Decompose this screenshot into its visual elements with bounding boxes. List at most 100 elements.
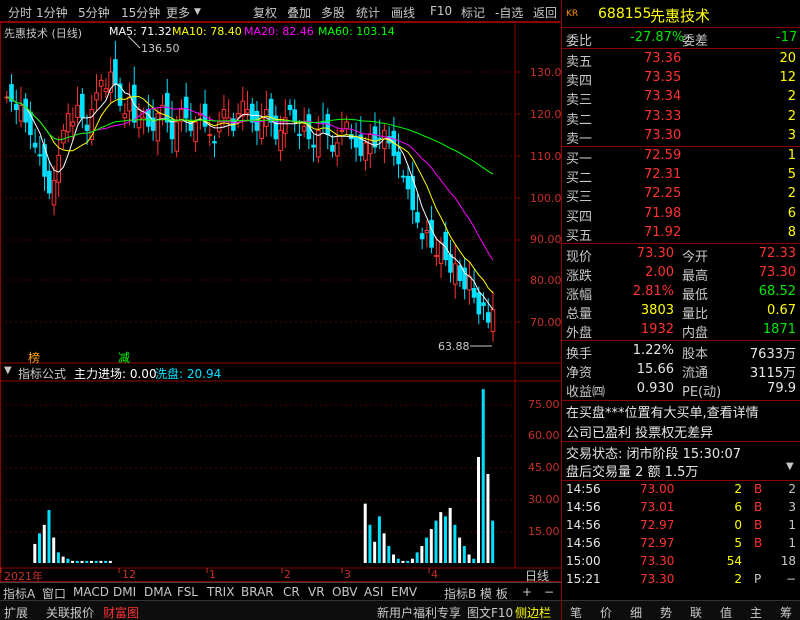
tab-trix[interactable]: TRIX: [207, 585, 234, 599]
indicator-bar: [56, 552, 60, 563]
fund-value: 3115万: [749, 366, 796, 381]
status-expand[interactable]: 扩展: [4, 604, 28, 620]
ask-row[interactable]: 卖三 73.34 2: [562, 88, 800, 108]
bid-price: 71.98: [644, 205, 682, 221]
tick-time: 14:56: [566, 500, 601, 514]
ask-row[interactable]: 卖四 73.35 12: [562, 69, 800, 89]
candle-body: [65, 113, 71, 133]
bid-row[interactable]: 买三 72.25 2: [562, 185, 800, 205]
ask-row[interactable]: 卖五 73.36 20: [562, 50, 800, 70]
candle-body: [353, 136, 359, 148]
tab-emv[interactable]: EMV: [391, 585, 417, 599]
tool-more[interactable]: 更多: [166, 4, 190, 21]
tool-back[interactable]: 返回: [533, 4, 557, 21]
status-f10[interactable]: 图文F10: [467, 604, 513, 620]
tick-row: 14:56 73.01 6 B 3: [562, 499, 800, 517]
chevron-down-icon[interactable]: ▼: [4, 365, 12, 376]
quote-label: 总量: [566, 307, 593, 322]
tick-count: 18: [780, 554, 796, 568]
tool-huaxian[interactable]: 画线: [391, 4, 415, 21]
tool-fenshi[interactable]: 分时: [8, 4, 32, 21]
quote-value: 73.30: [758, 265, 796, 280]
candle-body: [136, 109, 142, 129]
tab-dma[interactable]: DMA: [144, 585, 172, 599]
indicator-bar: [382, 533, 386, 563]
indicator-bar: [443, 516, 447, 563]
tab-zhu[interactable]: 主: [750, 604, 762, 620]
status-related-quote[interactable]: 关联报价: [46, 604, 94, 620]
tab-dmi[interactable]: DMI: [113, 585, 136, 599]
tab-bi[interactable]: 笔: [570, 604, 582, 620]
indicator-bar: [429, 529, 433, 563]
tool-1min[interactable]: 1分钟: [36, 4, 68, 21]
candle-body: [61, 129, 66, 144]
news-line[interactable]: 在买盘***位置有大买单,查看详情: [566, 402, 759, 421]
tab-cr[interactable]: CR: [283, 585, 300, 599]
status-sidebar[interactable]: 侧边栏: [515, 604, 551, 620]
status-bar: 扩展 关联报价 财富图 新用户福利专享 图文F10 侧边栏: [0, 600, 562, 620]
ask-volume: 12: [779, 70, 796, 86]
candle-body: [212, 141, 217, 144]
tool-tongji[interactable]: 统计: [356, 4, 380, 21]
quote-row: 总量 3803 量比 0.67: [562, 302, 800, 322]
candle-body: [448, 254, 453, 273]
tab-obv[interactable]: OBV: [332, 585, 358, 599]
tab-lian[interactable]: 联: [690, 604, 702, 620]
candle-body: [146, 108, 151, 127]
tab-vr[interactable]: VR: [308, 585, 325, 599]
quote-label: 量比: [682, 307, 709, 322]
tool-zixuan[interactable]: -自选: [495, 4, 523, 21]
indicator-bar: [410, 558, 414, 563]
candle-body: [344, 121, 349, 130]
status-wealth-chart[interactable]: 财富图: [103, 604, 139, 620]
bid-row[interactable]: 买一 72.59 1: [562, 147, 800, 167]
bid-volume: 8: [787, 224, 796, 240]
candle-body: [467, 275, 472, 291]
tick-count: −: [785, 572, 796, 586]
tab-asi[interactable]: ASI: [364, 585, 383, 599]
tool-duogu[interactable]: 多股: [321, 4, 345, 21]
indicator-bar: [52, 537, 56, 563]
indicator-bar: [377, 516, 381, 563]
ind-tick: 60.00: [528, 429, 560, 442]
bid-row[interactable]: 买四 71.98 6: [562, 205, 800, 225]
tick-time: 15:21: [566, 572, 601, 586]
candle-body: [377, 137, 382, 140]
tab-xi[interactable]: 细: [630, 604, 642, 620]
fund-value: 0.930: [636, 381, 674, 396]
indicator-bar: [481, 389, 485, 563]
tool-f10[interactable]: F10: [430, 4, 452, 18]
tool-15min[interactable]: 15分钟: [121, 4, 160, 21]
indicator-bar: [401, 560, 405, 563]
indicator-formula-label[interactable]: 指标公式: [18, 365, 66, 382]
add-button[interactable]: +: [522, 585, 532, 599]
tab-macd[interactable]: MACD: [73, 585, 109, 599]
tab-brar[interactable]: BRAR: [241, 585, 274, 599]
quote-label: 最高: [682, 269, 709, 284]
status-new-user[interactable]: 新用户福利专享: [377, 604, 461, 620]
news-line[interactable]: 公司已盈利 投票权无差异: [566, 422, 713, 441]
chevron-down-icon[interactable]: ▼: [786, 461, 794, 472]
tab-fsl[interactable]: FSL: [177, 585, 198, 599]
ask-row[interactable]: 卖二 73.33 2: [562, 108, 800, 128]
tick-side: P: [754, 572, 762, 586]
quote-block: 现价 73.30 今开 72.33 涨跌 2.00 最高 73.30 涨幅 2.81% 最低 68.5…: [562, 245, 800, 341]
fund-row: 换手 1.22% 股本 7633万: [562, 342, 800, 362]
remove-button[interactable]: −: [544, 585, 554, 599]
indicator-bar: [387, 546, 391, 563]
tool-biaoji[interactable]: 标记: [461, 4, 485, 21]
tab-zhi[interactable]: 值: [720, 604, 732, 620]
tab-shi[interactable]: 势: [660, 604, 672, 620]
tab-chou[interactable]: 筹: [780, 604, 792, 620]
bid-level-label: 买一: [566, 152, 593, 167]
bid-row[interactable]: 买二 72.31 5: [562, 166, 800, 186]
tool-diejia[interactable]: 叠加: [287, 4, 311, 21]
tick-time: 14:56: [566, 518, 601, 532]
tool-fuquan[interactable]: 复权: [253, 4, 277, 21]
tab-jia[interactable]: 价: [600, 604, 612, 620]
tool-5min[interactable]: 5分钟: [78, 4, 110, 21]
bid-row[interactable]: 买五 71.92 8: [562, 224, 800, 244]
ask-row[interactable]: 卖一 73.30 3: [562, 127, 800, 147]
candle-body: [51, 179, 57, 206]
indicator-bar: [406, 560, 410, 563]
